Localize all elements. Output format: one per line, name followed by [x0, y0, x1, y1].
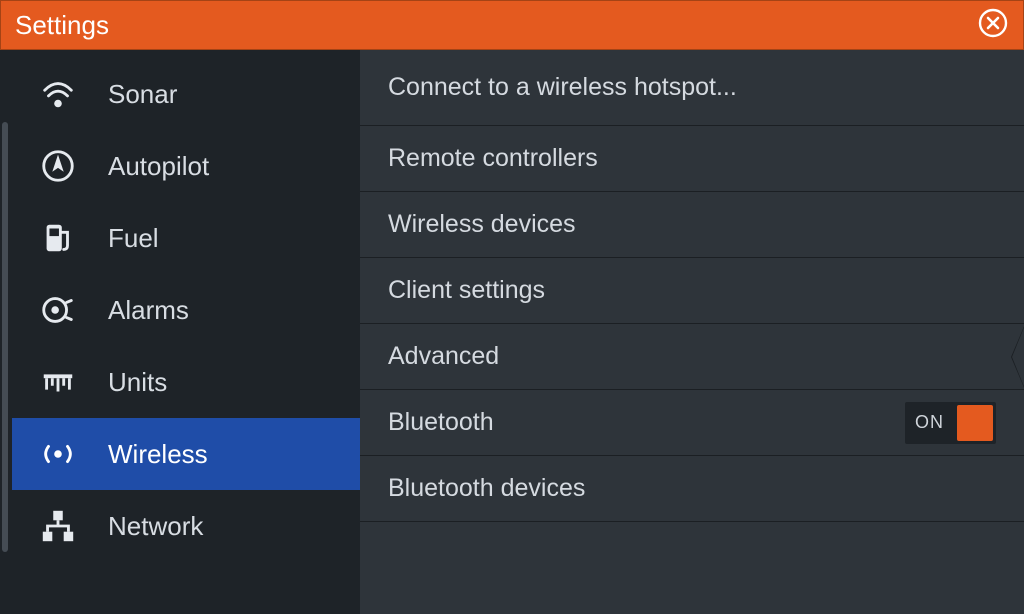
close-button[interactable] [975, 7, 1011, 43]
row-label: Wireless devices [388, 210, 996, 239]
row-label: Connect to a wireless hotspot... [388, 73, 996, 102]
row-remote-controllers[interactable]: Remote controllers [360, 126, 1024, 192]
settings-window: Settings Sonar [0, 0, 1024, 614]
toggle-state-label: ON [905, 412, 954, 433]
close-icon [977, 7, 1009, 44]
row-label: Bluetooth [388, 408, 905, 437]
row-connect-hotspot[interactable]: Connect to a wireless hotspot... [360, 50, 1024, 126]
sidebar-item-alarms[interactable]: Alarms [12, 274, 360, 346]
sonar-icon [36, 72, 80, 116]
sidebar-item-label: Units [108, 367, 167, 398]
title-bar: Settings [0, 0, 1024, 50]
units-icon [36, 360, 80, 404]
row-label: Advanced [388, 342, 996, 371]
row-bluetooth-devices[interactable]: Bluetooth devices [360, 456, 1024, 522]
sidebar-item-fuel[interactable]: Fuel [12, 202, 360, 274]
chevron-right-icon [1010, 324, 1024, 389]
sidebar-item-label: Wireless [108, 439, 208, 470]
sidebar-item-label: Fuel [108, 223, 159, 254]
sidebar-item-units[interactable]: Units [12, 346, 360, 418]
body: Sonar Autopilot Fuel [0, 50, 1024, 614]
network-icon [36, 504, 80, 548]
toggle-knob [957, 405, 993, 441]
row-client-settings[interactable]: Client settings [360, 258, 1024, 324]
row-wireless-devices[interactable]: Wireless devices [360, 192, 1024, 258]
sidebar-item-network[interactable]: Network [12, 490, 360, 562]
row-label: Client settings [388, 276, 996, 305]
sidebar-item-wireless[interactable]: Wireless [12, 418, 360, 490]
wireless-icon [36, 432, 80, 476]
sidebar-item-label: Autopilot [108, 151, 209, 182]
sidebar-scrollbar[interactable] [0, 50, 12, 614]
sidebar: Sonar Autopilot Fuel [12, 50, 360, 614]
sidebar-item-autopilot[interactable]: Autopilot [12, 130, 360, 202]
row-label: Bluetooth devices [388, 474, 996, 503]
row-label: Remote controllers [388, 144, 996, 173]
bluetooth-toggle[interactable]: ON [905, 402, 996, 444]
sidebar-item-label: Alarms [108, 295, 189, 326]
sidebar-container: Sonar Autopilot Fuel [0, 50, 360, 614]
sidebar-item-label: Network [108, 511, 203, 542]
fuel-icon [36, 216, 80, 260]
alarms-icon [36, 288, 80, 332]
row-bluetooth[interactable]: Bluetooth ON [360, 390, 1024, 456]
page-title: Settings [15, 10, 109, 41]
sidebar-item-label: Sonar [108, 79, 177, 110]
content-panel: Connect to a wireless hotspot... Remote … [360, 50, 1024, 614]
sidebar-item-sonar[interactable]: Sonar [12, 58, 360, 130]
autopilot-icon [36, 144, 80, 188]
row-advanced[interactable]: Advanced [360, 324, 1024, 390]
scrollbar-thumb[interactable] [2, 122, 8, 552]
